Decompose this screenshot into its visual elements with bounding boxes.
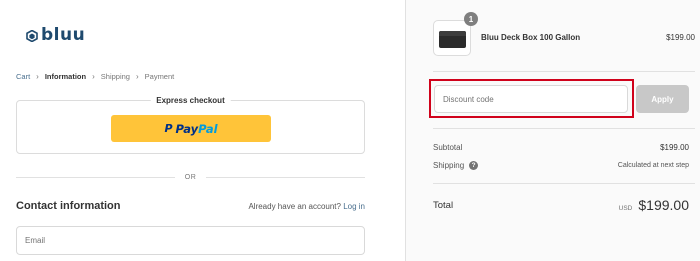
contact-information-title: Contact information — [16, 200, 121, 212]
product-thumbnail: 1 — [433, 12, 478, 56]
brand-name: bluu — [41, 25, 86, 45]
logo-mark-icon — [26, 29, 38, 42]
or-divider: OR — [16, 172, 365, 182]
product-price: $199.00 — [666, 33, 695, 42]
chevron-right-icon: › — [135, 72, 139, 81]
breadcrumb-information: Information — [44, 72, 87, 81]
divider — [433, 71, 695, 72]
login-link[interactable]: Log in — [343, 202, 365, 211]
breadcrumb-cart[interactable]: Cart — [16, 72, 30, 81]
paypal-wordmark: PayPal — [175, 121, 218, 136]
breadcrumb-payment: Payment — [144, 72, 175, 81]
chevron-right-icon: › — [36, 72, 39, 81]
express-checkout-section: Express checkout P PayPal — [16, 96, 365, 154]
total-label: Total — [433, 199, 454, 211]
quantity-badge: 1 — [464, 12, 478, 26]
discount-code-input[interactable] — [434, 85, 628, 113]
paypal-logo-icon: P — [164, 122, 173, 135]
line-item: 1 Bluu Deck Box 100 Gallon $199.00 — [433, 12, 695, 56]
divider — [433, 128, 695, 129]
shipping-row: Shipping? Calculated at next step — [433, 161, 689, 171]
total-row: Total USD $199.00 — [433, 197, 689, 213]
email-field[interactable] — [16, 226, 365, 255]
breadcrumb: Cart › Information › Shipping › Payment — [16, 72, 174, 81]
order-summary: 1 Bluu Deck Box 100 Gallon $199.00 Apply… — [405, 0, 700, 261]
product-name: Bluu Deck Box 100 Gallon — [481, 33, 581, 42]
chevron-right-icon: › — [92, 72, 95, 81]
paypal-button[interactable]: P PayPal — [111, 115, 271, 142]
divider — [433, 183, 695, 184]
shipping-label: Shipping — [433, 161, 465, 170]
shipping-value: Calculated at next step — [617, 162, 689, 170]
or-label: OR — [184, 173, 197, 181]
deck-box-image — [439, 31, 466, 48]
question-mark-icon[interactable]: ? — [469, 161, 479, 171]
subtotal-label: Subtotal — [433, 143, 463, 152]
express-checkout-title: Express checkout — [150, 96, 231, 105]
breadcrumb-shipping: Shipping — [100, 72, 130, 81]
total-amount: $199.00 — [638, 197, 689, 213]
apply-discount-button[interactable]: Apply — [636, 85, 689, 113]
currency-code: USD — [618, 205, 633, 212]
brand-logo[interactable]: bluu — [26, 27, 85, 44]
subtotal-row: Subtotal $199.00 — [433, 143, 689, 152]
subtotal-value: $199.00 — [660, 143, 689, 152]
checkout-main: bluu Cart › Information › Shipping › Pay… — [0, 0, 405, 261]
account-prompt: Already have an account? Log in — [248, 202, 365, 211]
